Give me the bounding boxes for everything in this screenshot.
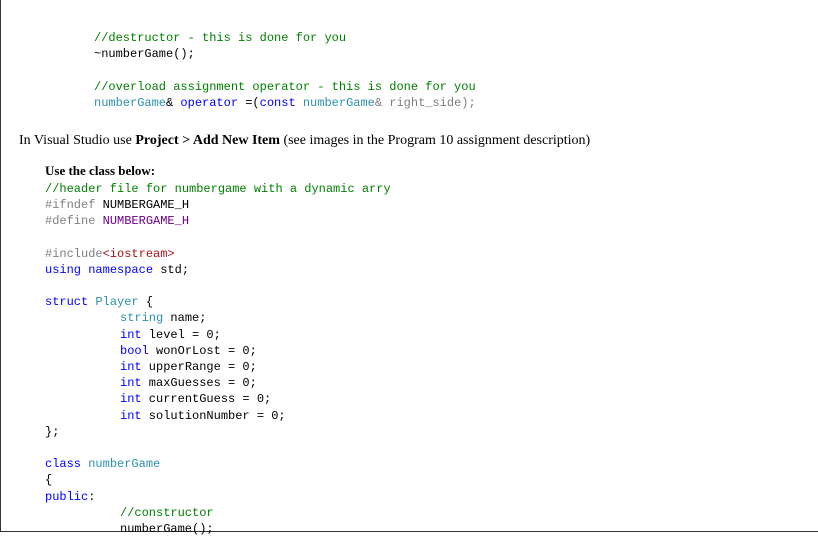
member-rest: maxGuesses = 0; [142,376,257,390]
member-solutionnumber: int solutionNumber = 0; [45,408,800,424]
struct-name: Player [88,295,138,309]
overload-line: numberGame& operator =(const numberGame&… [19,95,800,111]
ctor-line: numberGame(); [45,521,800,537]
instruction-prefix: In Visual Studio use [19,133,135,148]
struct-decl: struct Player { [45,294,800,310]
menu-path: Project > Add New Item [135,133,280,148]
instruction-suffix: (see images in the Program 10 assignment… [280,133,590,148]
space [296,96,303,110]
blank-line [19,62,800,78]
member-maxguesses: int maxGuesses = 0; [45,375,800,391]
comment-text: //overload assignment operator - this is… [94,80,476,94]
comment-text: //constructor [120,506,214,520]
ctor-comment: //constructor [45,505,800,521]
using-line: using namespace std; [45,262,800,278]
member-rest: solutionNumber = 0; [142,409,286,423]
member-upperrange: int upperRange = 0; [45,359,800,375]
ifndef-name: NUMBERGAME_H [95,198,189,212]
use-class-heading: Use the class below: [45,163,800,179]
class-kw: class [45,457,81,471]
using-std: std; [153,263,189,277]
comment-text: //header file for numbergame with a dyna… [45,182,391,196]
operator-kw: operator [180,96,238,110]
include-val: <iostream> [103,247,175,261]
include-kw: #include [45,247,103,261]
member-level: int level = 0; [45,327,800,343]
const-kw: const [260,96,296,110]
blank-line [45,230,800,246]
comment-text: //destructor - this is done for you [94,31,346,45]
member-type: int [120,328,142,342]
param-rest: & right_side); [375,96,476,110]
member-rest: upperRange = 0; [142,360,257,374]
member-type: int [120,392,142,406]
member-currentguess: int currentGuess = 0; [45,391,800,407]
destructor-comment: //destructor - this is done for you [19,30,800,46]
member-type: int [120,376,142,390]
define-space [95,214,102,228]
member-type: int [120,360,142,374]
blank-line [45,440,800,456]
struct-kw: struct [45,295,88,309]
instruction-text: In Visual Studio use Project > Add New I… [19,133,800,149]
ifndef-kw: #ifndef [45,198,95,212]
namespace-kw: namespace [81,263,153,277]
define-macro: NUMBERGAME_H [103,214,189,228]
using-kw: using [45,263,81,277]
class-open-brace: { [45,472,800,488]
code-block: Use the class below: //header file for n… [19,163,800,537]
amp: & [166,96,180,110]
define-kw: #define [45,214,95,228]
member-type: int [120,409,142,423]
ifndef-line: #ifndef NUMBERGAME_H [45,197,800,213]
member-rest: wonOrLost = 0; [149,344,257,358]
define-line: #define NUMBERGAME_H [45,213,800,229]
public-kw: public [45,490,88,504]
include-line: #include<iostream> [45,246,800,262]
member-rest: name; [163,311,206,325]
header-comment: //header file for numbergame with a dyna… [45,181,800,197]
member-rest: currentGuess = 0; [142,392,272,406]
open-brace: { [139,295,153,309]
member-type: string [120,311,163,325]
public-colon: : [88,490,95,504]
blank-line [45,278,800,294]
public-line: public: [45,489,800,505]
member-type: bool [120,344,149,358]
struct-close: }; [45,424,800,440]
overload-comment: //overload assignment operator - this is… [19,79,800,95]
member-rest: level = 0; [142,328,221,342]
destructor-line: ~numberGame(); [19,46,800,62]
member-name: string name; [45,310,800,326]
class-name: numberGame [81,457,160,471]
class-decl: class numberGame [45,456,800,472]
return-type: numberGame [94,96,166,110]
eq-paren: =( [238,96,260,110]
member-wonorlost: bool wonOrLost = 0; [45,343,800,359]
param-type: numberGame [303,96,375,110]
